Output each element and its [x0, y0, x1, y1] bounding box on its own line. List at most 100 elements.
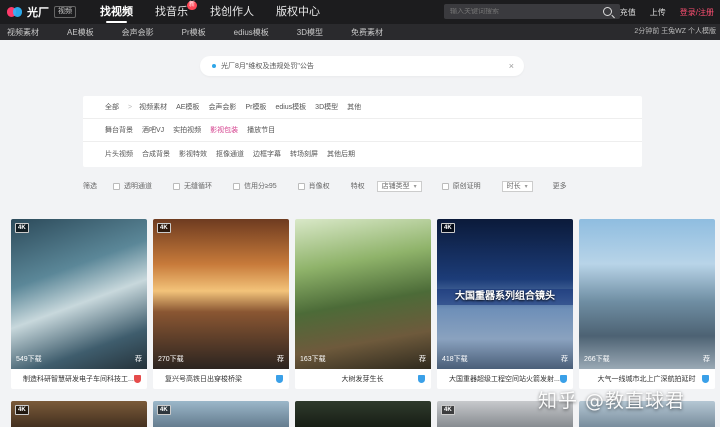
nav-find-creator[interactable]: 找创作人: [210, 0, 254, 24]
filter-row-type: 全部 > 视频素材 AE模板 会声会影 Pr模板 edius模板 3D模型 其他: [83, 96, 642, 119]
video-thumbnail[interactable]: [295, 401, 431, 427]
video-title[interactable]: 复兴号高铁日出穿梭桥梁: [165, 374, 276, 384]
subnav-item[interactable]: 会声会影: [122, 27, 154, 38]
filter-option-selected[interactable]: 影视包装: [210, 125, 238, 135]
filter-option[interactable]: 播放节目: [247, 125, 275, 135]
filter-option[interactable]: 其他后期: [327, 149, 355, 159]
main-nav: 找视频 找音乐新 找创作人 版权中心: [100, 0, 342, 24]
filter-row-subcategory: 片头视频 合成背景 影视特效 抠像通道 边框字幕 转场刻屏 其他后期: [83, 142, 642, 165]
video-thumbnail[interactable]: 266下载 荐: [579, 219, 715, 369]
filter-label: 筛选: [83, 183, 97, 190]
subnav-item[interactable]: 视频素材: [7, 27, 39, 38]
logo-icon: [7, 6, 23, 18]
checkbox[interactable]: [113, 182, 120, 190]
recharge-link[interactable]: 充值: [620, 7, 636, 18]
option-credit-score[interactable]: 信用分≥95: [233, 181, 277, 191]
login-link[interactable]: 登录/注册: [680, 7, 714, 18]
option-portrait-right[interactable]: 肖像权: [297, 181, 330, 191]
video-title[interactable]: 大树发芽生长: [307, 374, 418, 384]
option-seamless-loop[interactable]: 无缝循环: [173, 181, 212, 191]
video-thumbnail[interactable]: 4K 549下载 荐: [11, 219, 147, 369]
nav-find-video[interactable]: 找视频: [100, 0, 133, 24]
checkbox[interactable]: [441, 182, 449, 190]
video-card[interactable]: 4K 270下载 荐 复兴号高铁日出穿梭桥梁: [153, 219, 289, 389]
download-count: 549下载: [16, 356, 42, 363]
site-logo[interactable]: 光厂 视频: [7, 4, 76, 20]
filter-option[interactable]: 舞台背景: [105, 125, 133, 135]
filter-option[interactable]: 3D模型: [315, 102, 338, 112]
logo-name: 光厂: [27, 7, 49, 19]
video-card[interactable]: 4K: [153, 401, 289, 427]
video-card[interactable]: 163下载 荐 大树发芽生长: [295, 219, 431, 389]
4k-badge: 4K: [441, 405, 455, 415]
recommend-tag: 荐: [277, 356, 284, 363]
recommend-tag: 荐: [703, 356, 710, 363]
filter-option[interactable]: 其他: [347, 102, 361, 112]
close-icon[interactable]: ×: [509, 61, 514, 71]
video-card[interactable]: 266下载 荐 大气一线城市北上广深航拍延时: [579, 219, 715, 389]
filter-option[interactable]: 转场刻屏: [290, 149, 318, 159]
download-count: 163下载: [300, 356, 326, 363]
4k-badge: 4K: [15, 223, 29, 233]
video-thumbnail[interactable]: 4K: [11, 401, 147, 427]
filter-option[interactable]: 实拍视频: [173, 125, 201, 135]
filter-option[interactable]: 酒吧VJ: [142, 125, 164, 135]
recommend-tag: 荐: [135, 356, 142, 363]
filter-option[interactable]: 边框字幕: [253, 149, 281, 159]
video-thumbnail[interactable]: 163下载 荐: [295, 219, 431, 369]
sub-nav: 视频素材 AE模板 会声会影 Pr模板 edius模板 3D模型 免费素材: [7, 27, 411, 38]
video-thumbnail[interactable]: 4K: [153, 401, 289, 427]
nav-copyright-center[interactable]: 版权中心: [276, 0, 320, 24]
filter-row-category: 舞台背景 酒吧VJ 实拍视频 影视包装 播放节目: [83, 119, 642, 142]
search-input[interactable]: [444, 8, 603, 15]
filter-option[interactable]: 抠像通道: [216, 149, 244, 159]
checkbox[interactable]: [173, 182, 180, 190]
filter-option[interactable]: AE模板: [176, 102, 199, 112]
user-actions: 充值 上传 登录/注册: [606, 0, 714, 24]
shield-icon: [418, 375, 425, 383]
download-count: 266下载: [584, 356, 610, 363]
video-title[interactable]: 大气一线城市北上广深航拍延时: [591, 374, 702, 384]
subnav-item[interactable]: Pr模板: [182, 27, 206, 38]
nav-find-music[interactable]: 找音乐新: [155, 0, 197, 24]
video-thumbnail[interactable]: 4K 大国重器系列组合镜头 418下载 荐: [437, 219, 573, 369]
duration-select[interactable]: 时长: [501, 180, 533, 192]
subnav-item[interactable]: edius模板: [234, 27, 269, 38]
upload-link[interactable]: 上传: [650, 7, 666, 18]
option-alpha-channel[interactable]: 透明通道: [113, 181, 152, 191]
video-caption[interactable]: 制造科研智慧研发电子车间科技工...: [11, 369, 147, 389]
filter-option[interactable]: edius模板: [275, 102, 306, 112]
checkbox[interactable]: [297, 182, 305, 190]
video-caption[interactable]: 大树发芽生长: [295, 369, 431, 389]
new-badge: 新: [186, 1, 197, 10]
filter-option[interactable]: 会声会影: [208, 102, 236, 112]
video-card[interactable]: 4K 549下载 荐 制造科研智慧研发电子车间科技工...: [11, 219, 147, 389]
option-original-proof[interactable]: 原创证明: [441, 181, 481, 191]
property-label: 特权: [350, 183, 365, 190]
filter-option[interactable]: Pr模板: [245, 102, 266, 112]
search-box: [444, 4, 620, 19]
more-link[interactable]: 更多: [553, 181, 567, 191]
notice-dot-icon: [212, 64, 216, 68]
video-card[interactable]: 4K 大国重器系列组合镜头 418下载 荐 大国重器超级工程空间站火箭发射...: [437, 219, 573, 389]
video-title[interactable]: 制造科研智慧研发电子车间科技工...: [23, 374, 134, 384]
checkbox[interactable]: [233, 182, 240, 190]
filter-option[interactable]: 视频素材: [139, 102, 167, 112]
notice-text[interactable]: 光厂8月"维权及违规处罚"公告: [221, 61, 509, 71]
video-card[interactable]: [295, 401, 431, 427]
video-card[interactable]: 4K: [11, 401, 147, 427]
subnav-item[interactable]: AE模板: [67, 27, 94, 38]
notice-banner[interactable]: 光厂8月"维权及违规处罚"公告 ×: [200, 56, 524, 76]
subnav-item[interactable]: 免费素材: [351, 27, 383, 38]
shop-type-select[interactable]: 店铺类型: [376, 180, 422, 192]
filter-option[interactable]: 合成背景: [142, 149, 170, 159]
filter-option[interactable]: 片头视频: [105, 149, 133, 159]
filter-option[interactable]: 影视特效: [179, 149, 207, 159]
video-caption[interactable]: 复兴号高铁日出穿梭桥梁: [153, 369, 289, 389]
shield-icon: [276, 375, 283, 383]
video-thumbnail[interactable]: 4K 270下载 荐: [153, 219, 289, 369]
chevron-right-icon: >: [128, 103, 133, 111]
video-title[interactable]: 大国重器超级工程空间站火箭发射...: [449, 374, 560, 384]
subnav-item[interactable]: 3D模型: [297, 27, 323, 38]
filter-option[interactable]: 全部: [105, 102, 119, 112]
